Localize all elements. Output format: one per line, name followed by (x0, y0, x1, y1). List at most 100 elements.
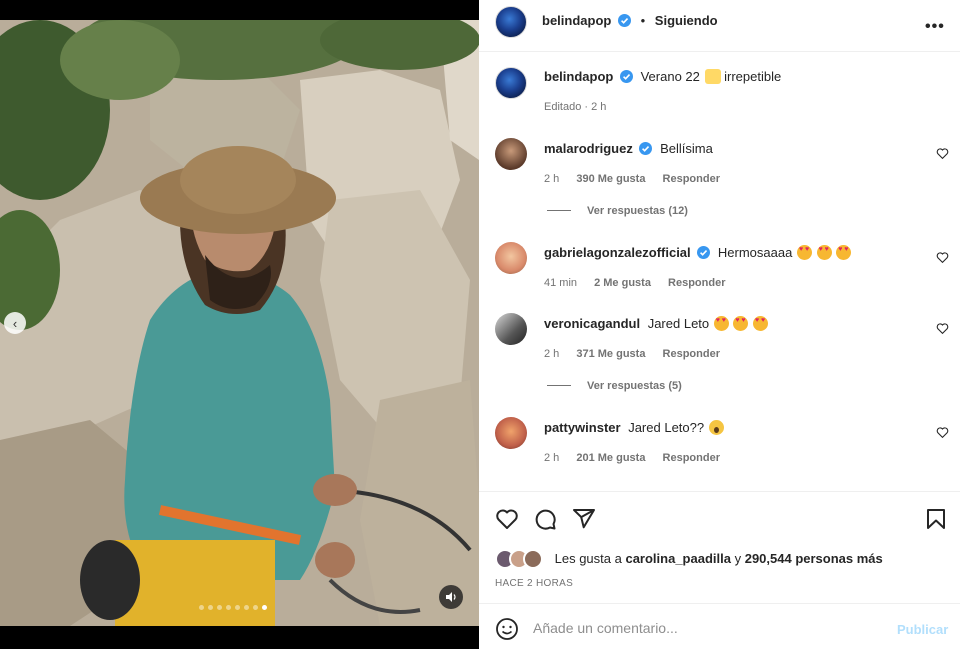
heart-eyes-emoji-icon (713, 316, 729, 331)
likers-avatars (495, 549, 545, 569)
likes-summary: Les gusta a carolina_paadilla y 290,544 … (495, 549, 883, 569)
caption-username[interactable]: belindapop (544, 69, 613, 84)
caption-text: Verano 22 (640, 69, 700, 84)
add-comment-bar: Publicar (479, 603, 960, 649)
post-panel: belindapop • Siguiendo ••• belindapop Ve… (479, 0, 960, 649)
caption-meta: Editado · 2 h (544, 101, 607, 113)
comment-meta: 2 h 371 Me gusta Responder (544, 348, 734, 360)
carousel-dot (262, 605, 267, 610)
caption-text-end: irrepetible (724, 69, 782, 84)
chevron-left-icon: ‹ (12, 315, 18, 331)
comment-text: Hermosaaaa (717, 245, 793, 260)
caption-avatar[interactable] (495, 67, 527, 99)
view-replies-label: Ver respuestas (5) (587, 380, 682, 392)
comment-likes[interactable]: 371 Me gusta (576, 348, 645, 360)
separator-dot: • (640, 13, 646, 28)
liker-avatar (523, 549, 543, 569)
comment-avatar[interactable] (495, 242, 527, 274)
comment-avatar[interactable] (495, 138, 527, 170)
likes-count[interactable]: 290,544 personas más (745, 551, 883, 566)
reply-button[interactable]: Responder (668, 277, 725, 289)
post-timestamp[interactable]: HACE 2 HORAS (495, 578, 573, 589)
heart-outline-icon[interactable] (936, 147, 949, 160)
comment-username[interactable]: gabrielagonzalezofficial (544, 245, 691, 260)
bathing-emoji-icon (704, 69, 721, 84)
post-media: ‹ (0, 0, 479, 649)
comment-time: 41 min (544, 277, 578, 289)
comment-time: 2 h (544, 452, 560, 464)
liker-username[interactable]: carolina_paadilla (625, 551, 731, 566)
more-options-icon[interactable]: ••• (925, 18, 945, 36)
view-replies-button[interactable]: Ver respuestas (12) (547, 205, 688, 217)
carousel-dot (244, 605, 249, 610)
publish-button[interactable]: Publicar (897, 622, 948, 637)
reply-button[interactable]: Responder (663, 173, 720, 185)
comment-likes[interactable]: 201 Me gusta (576, 452, 645, 464)
heart-eyes-emoji-icon (796, 245, 812, 260)
comment-username[interactable]: pattywinster (544, 420, 621, 435)
replies-line (547, 385, 571, 386)
comment-line: gabrielagonzalezofficial Hermosaaaa (544, 245, 852, 260)
comment-text: Jared Leto?? (628, 420, 705, 435)
audio-toggle-button[interactable] (439, 585, 463, 609)
verified-badge-icon (617, 14, 631, 27)
header-user: belindapop • Siguiendo (542, 13, 718, 28)
heart-eyes-emoji-icon (753, 316, 769, 331)
carousel-dot (226, 605, 231, 610)
carousel-prev-button[interactable]: ‹ (4, 312, 26, 334)
carousel-dot (199, 605, 204, 610)
comment-line: veronicagandul Jared Leto (544, 316, 769, 331)
view-replies-label: Ver respuestas (12) (587, 205, 688, 217)
heart-outline-icon[interactable] (936, 322, 949, 335)
heart-outline-icon[interactable] (936, 426, 949, 439)
share-send-icon[interactable] (572, 507, 596, 531)
following-button[interactable]: Siguiendo (655, 13, 718, 28)
photo-illustration (0, 20, 479, 626)
verified-badge-icon (697, 246, 711, 259)
comment-line: malarodriguez Bellísima (544, 141, 713, 156)
comment-likes[interactable]: 390 Me gusta (576, 173, 645, 185)
comment-username[interactable]: malarodriguez (544, 141, 633, 156)
heart-outline-icon[interactable] (936, 251, 949, 264)
carousel-dot (235, 605, 240, 610)
author-avatar[interactable] (495, 6, 527, 38)
carousel-dot (208, 605, 213, 610)
caption-line: belindapop Verano 22 irrepetible (544, 69, 781, 84)
author-username[interactable]: belindapop (542, 13, 611, 28)
comment-bubble-icon[interactable] (533, 507, 557, 531)
comment-meta: 2 h 390 Me gusta Responder (544, 173, 734, 185)
post-header: belindapop • Siguiendo ••• (479, 0, 960, 52)
comment-meta: 41 min 2 Me gusta Responder (544, 277, 739, 289)
reply-button[interactable]: Responder (663, 348, 720, 360)
like-heart-icon[interactable] (495, 507, 519, 531)
heart-eyes-emoji-icon (733, 316, 749, 331)
bookmark-icon[interactable] (924, 507, 948, 531)
comment-likes[interactable]: 2 Me gusta (594, 277, 651, 289)
comment-line: pattywinster Jared Leto?? (544, 420, 724, 435)
emoji-smiley-icon[interactable] (495, 617, 519, 641)
replies-line (547, 210, 571, 211)
view-replies-button[interactable]: Ver respuestas (5) (547, 380, 682, 392)
post-photo[interactable] (0, 20, 479, 626)
heart-eyes-emoji-icon (836, 245, 852, 260)
comment-time: 2 h (544, 173, 560, 185)
comment-time: 2 h (544, 348, 560, 360)
heart-eyes-emoji-icon (816, 245, 832, 260)
post-actions: Les gusta a carolina_paadilla y 290,544 … (479, 491, 960, 603)
comment-input[interactable] (533, 616, 863, 640)
speaker-icon (446, 592, 456, 602)
comment-avatar[interactable] (495, 417, 527, 449)
comment-text: Jared Leto (647, 316, 710, 331)
carousel-dot (253, 605, 258, 610)
likes-prefix: Les gusta a (554, 551, 622, 566)
verified-badge-icon (639, 142, 653, 155)
carousel-dots (199, 605, 267, 610)
reply-button[interactable]: Responder (663, 452, 720, 464)
likes-connector: y (734, 551, 742, 566)
comment-username[interactable]: veronicagandul (544, 316, 640, 331)
screaming-face-emoji-icon (708, 420, 724, 435)
carousel-dot (217, 605, 222, 610)
verified-badge-icon (619, 70, 633, 83)
comment-meta: 2 h 201 Me gusta Responder (544, 452, 734, 464)
comment-avatar[interactable] (495, 313, 527, 345)
